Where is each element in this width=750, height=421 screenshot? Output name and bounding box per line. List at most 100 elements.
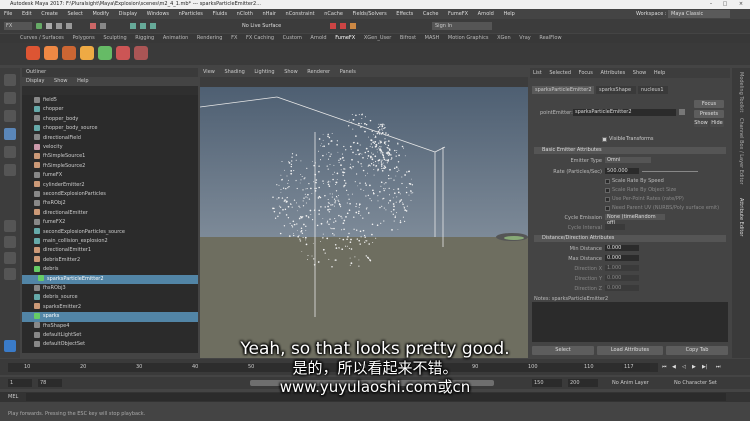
menu-help[interactable]: Help (503, 11, 514, 17)
outliner-menu-help[interactable]: Help (77, 78, 88, 84)
shelf-tab-xgen-user[interactable]: XGen_User (364, 35, 391, 41)
cycle-emission-dropdown[interactable]: None (timeRandom off) (605, 214, 665, 226)
outliner-item[interactable]: sparksParticleEmitter2 (22, 274, 198, 284)
component-mode-icon[interactable] (100, 23, 106, 29)
outliner-item[interactable]: main_collision_explosion2 (22, 237, 198, 246)
menu-set-dropdown[interactable]: FX (4, 22, 32, 30)
viewport-menu-shading[interactable]: Shading (224, 69, 244, 75)
layout-outliner-icon[interactable] (4, 268, 16, 280)
ae-menu-attributes[interactable]: Attributes (601, 70, 626, 76)
folder-icon[interactable] (36, 23, 42, 29)
rate-field[interactable]: 500.000 (605, 168, 639, 174)
shelf-tab-rendering[interactable]: Rendering (197, 35, 223, 41)
per-point-rates-checkbox[interactable] (605, 197, 610, 202)
visible-checkbox[interactable] (602, 137, 607, 142)
shelf-tab-vray[interactable]: Vray (519, 35, 531, 41)
shelf-tab-arnold[interactable]: Arnold (310, 35, 326, 41)
shelf-tab-mash[interactable]: MASH (425, 35, 440, 41)
workspace-dropdown[interactable]: Maya Classic (668, 10, 730, 18)
focus-button[interactable]: Focus (694, 100, 724, 108)
menu-file[interactable]: File (4, 11, 12, 17)
snap-grid-icon[interactable] (130, 23, 136, 29)
side-tab-channel-box[interactable]: Channel Box / Layer Editor (738, 118, 744, 185)
close-icon[interactable]: × (734, 0, 748, 9)
menu-nparticles[interactable]: nParticles (179, 11, 203, 17)
select-tool-icon[interactable] (4, 74, 16, 86)
max-distance-field[interactable]: 0.000 (605, 255, 639, 261)
ae-tab-shape[interactable]: sparksShape (596, 86, 636, 94)
viewport-scene[interactable] (200, 87, 528, 358)
menu-nhair[interactable]: nHair (263, 11, 276, 17)
go-to-input-icon[interactable] (679, 109, 685, 115)
outliner-item[interactable]: fhsRObj2 (22, 199, 198, 208)
outliner-item[interactable]: fhSimpleSource2 (22, 162, 198, 171)
menu-nconstraint[interactable]: nConstraint (286, 11, 315, 17)
outliner-item[interactable]: field5 (22, 96, 198, 105)
outliner-item[interactable]: sparks (22, 312, 198, 322)
scale-rate-speed-checkbox[interactable] (605, 179, 610, 184)
fumefx-wind-icon[interactable] (116, 46, 130, 60)
menu-edit[interactable]: Edit (22, 11, 32, 17)
side-tab-modeling-toolkit[interactable]: Modeling Toolkit (738, 72, 744, 112)
ae-tab-emitter[interactable]: sparksParticleEmitter2 (532, 86, 594, 94)
ae-menu-selected[interactable]: Selected (549, 70, 571, 76)
outliner-item[interactable]: debris_source (22, 293, 198, 302)
scale-rate-size-checkbox[interactable] (605, 188, 610, 193)
ipr-render-icon[interactable] (340, 23, 346, 29)
viewport-menu-renderer[interactable]: Renderer (307, 69, 330, 75)
outliner-menu-show[interactable]: Show (54, 78, 68, 84)
outliner-item[interactable]: chopper_body_source (22, 124, 198, 133)
outliner-item[interactable]: velocity (22, 143, 198, 152)
3d-viewport[interactable] (200, 87, 528, 358)
outliner-item[interactable]: chopper_body (22, 115, 198, 124)
menu-fumefx[interactable]: FumeFX (448, 11, 468, 17)
scale-tool-icon[interactable] (4, 164, 16, 176)
outliner-item[interactable]: fhsRObj3 (22, 284, 198, 293)
section-basic-emitter[interactable]: Basic Emitter Attributes (534, 147, 726, 154)
outliner-item[interactable]: fumeFX (22, 171, 198, 180)
undo-icon[interactable] (56, 23, 62, 29)
shelf-tab-custom[interactable]: Custom (283, 35, 302, 41)
render-icon[interactable] (330, 23, 336, 29)
shelf-tab-animation[interactable]: Animation (163, 35, 189, 41)
viewport-menu-view[interactable]: View (203, 69, 215, 75)
outliner-item[interactable]: secondExplosionParticles (22, 190, 198, 199)
layout-four-icon[interactable] (4, 236, 16, 248)
move-tool-icon[interactable] (4, 128, 16, 140)
menu-arnold[interactable]: Arnold (478, 11, 494, 17)
ae-menu-list[interactable]: List (533, 70, 542, 76)
outliner-item[interactable]: directionalEmitter1 (22, 246, 198, 255)
menu-display[interactable]: Display (119, 11, 137, 17)
live-surface-label[interactable]: No Live Surface (242, 19, 281, 33)
shelf-tab-fumefx[interactable]: FumeFX (335, 35, 355, 41)
outliner-item[interactable]: debrisEmitter2 (22, 256, 198, 265)
render-settings-icon[interactable] (350, 23, 356, 29)
menu-create[interactable]: Create (41, 11, 58, 17)
outliner-item[interactable]: directionalField (22, 134, 198, 143)
menu-select[interactable]: Select (67, 11, 82, 17)
fumefx-gravity-icon[interactable] (98, 46, 112, 60)
menu-ncloth[interactable]: nCloth (237, 11, 253, 17)
shelf-tab-realflow[interactable]: RealFlow (539, 35, 561, 41)
outliner-menu-display[interactable]: Display (26, 78, 44, 84)
ae-menu-focus[interactable]: Focus (579, 70, 593, 76)
point-emitter-field[interactable]: sparksParticleEmitter2 (573, 109, 676, 116)
paint-select-icon[interactable] (4, 110, 16, 122)
min-distance-field[interactable]: 0.000 (605, 245, 639, 251)
fumefx-object-src-icon[interactable] (62, 46, 76, 60)
outliner-item[interactable]: debris (22, 265, 198, 274)
fumefx-grid-icon[interactable] (26, 46, 40, 60)
menu-windows[interactable]: Windows (147, 11, 169, 17)
select-mode-icon[interactable] (90, 23, 96, 29)
section-distance-direction[interactable]: Distance/Direction Attributes (534, 235, 726, 242)
viewport-menu-show[interactable]: Show (284, 69, 298, 75)
snap-curve-icon[interactable] (140, 23, 146, 29)
sign-in-dropdown[interactable]: Sign In (432, 22, 492, 30)
ae-tab-nucleus[interactable]: nucleus1 (638, 86, 668, 94)
maximize-icon[interactable]: □ (718, 0, 732, 9)
direction-y-field[interactable]: 0.000 (605, 275, 639, 281)
menu-cache[interactable]: Cache (423, 11, 439, 17)
rate-slider[interactable] (642, 171, 698, 172)
menu-fields-solvers[interactable]: Fields/Solvers (353, 11, 387, 17)
shelf-tab-fx[interactable]: FX (231, 35, 237, 41)
